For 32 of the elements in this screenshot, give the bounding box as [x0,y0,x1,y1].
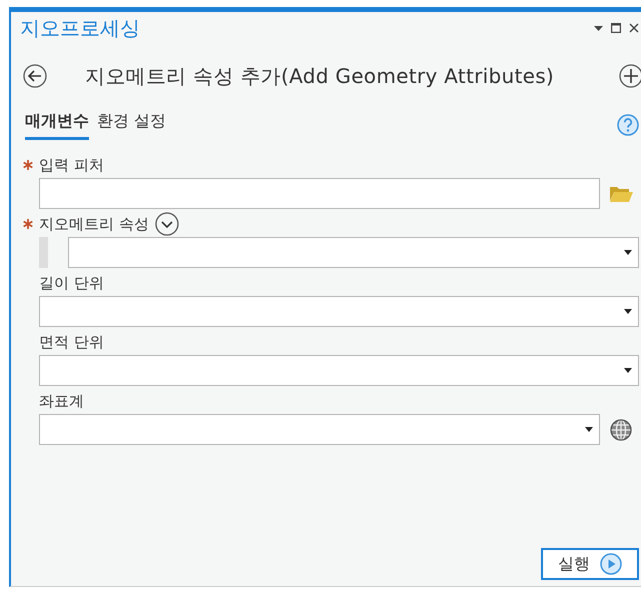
required-asterisk-icon [23,219,33,229]
tab[interactable]: 환경 설정 [97,111,166,140]
panel-title: 지오프로세싱 [20,14,141,42]
tool-title: 지오메트리 속성 추가(Add Geometry Attributes) [85,62,556,90]
dropdown-caret-icon [585,427,593,432]
play-icon [600,553,622,575]
parameter-label: 좌표계 [39,392,84,410]
dropdown-field[interactable] [39,414,600,445]
add-icon[interactable] [619,64,641,88]
globe-icon[interactable] [610,418,632,440]
close-icon[interactable] [629,23,639,33]
row-grip[interactable] [39,237,48,268]
tab[interactable]: 매개변수 [25,111,89,140]
maximize-icon[interactable] [611,23,621,33]
parameter-label: 면적 단위 [39,332,104,352]
parameter-label: 입력 피처 [39,156,104,174]
parameter-label: 길이 단위 [39,274,104,292]
dropdown-caret-icon [624,368,632,373]
parameter-label: 지오메트리 속성 [39,214,149,234]
help-icon[interactable] [617,114,639,136]
required-asterisk-icon [23,160,33,170]
dropdown-caret-icon [624,309,632,314]
input-field[interactable] [39,178,600,209]
dropdown-field[interactable] [39,355,639,386]
run-button[interactable]: 실행 [541,548,639,580]
dropdown-field[interactable] [39,296,639,327]
chevron-down-circle-icon[interactable] [154,212,179,236]
folder-icon[interactable] [608,184,632,202]
back-icon[interactable] [23,64,47,88]
dropdown-caret-icon[interactable] [594,26,603,30]
dropdown-field[interactable] [68,237,639,268]
dropdown-caret-icon [624,250,632,255]
